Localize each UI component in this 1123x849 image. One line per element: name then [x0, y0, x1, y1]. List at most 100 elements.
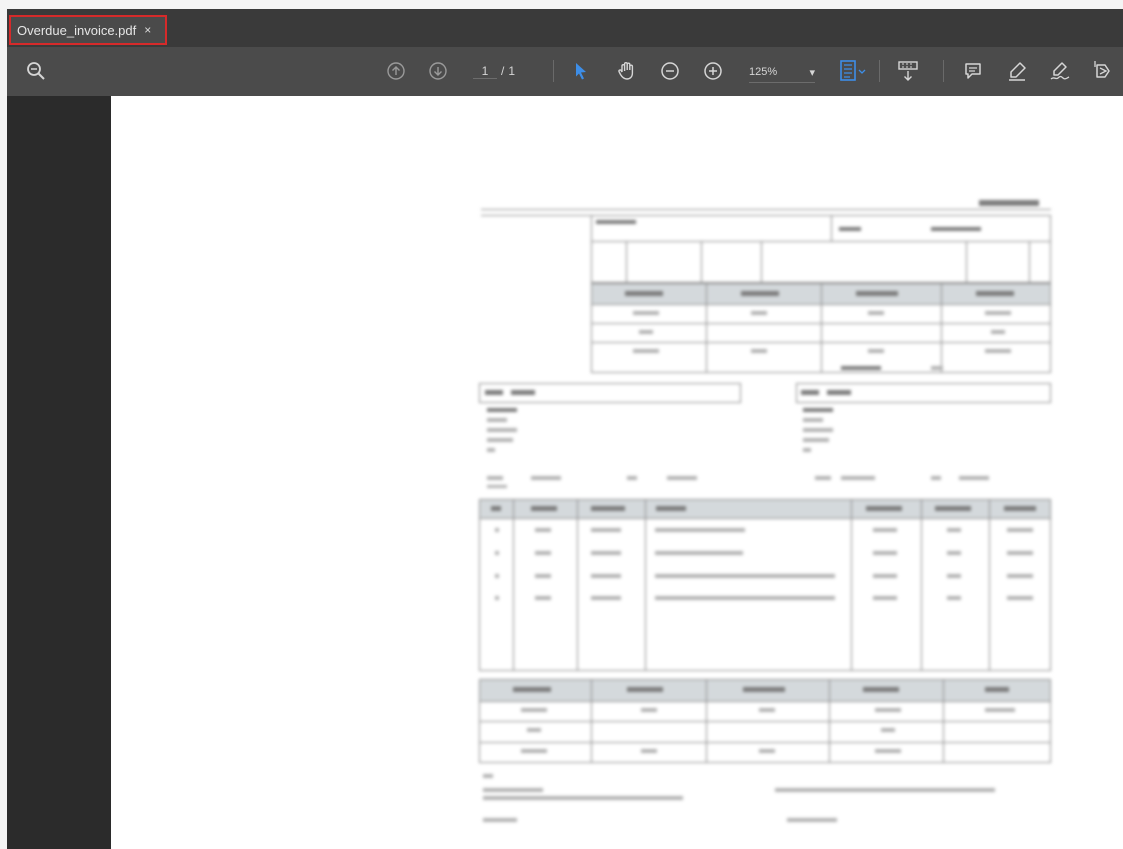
- blurred-text: [1007, 596, 1033, 600]
- blurred-text: [531, 476, 561, 480]
- blurred-text: [655, 528, 745, 532]
- zoom-level-value: 125%: [749, 66, 778, 78]
- blurred-text: [787, 818, 837, 822]
- zoom-in-icon[interactable]: [700, 56, 726, 86]
- blurred-text: [1007, 574, 1033, 578]
- window-frame-top: [0, 0, 1123, 9]
- blurred-text: [866, 506, 902, 511]
- blurred-text: [491, 506, 501, 511]
- blurred-text: [535, 596, 551, 600]
- blurred-text: [521, 749, 547, 753]
- row-line: [479, 721, 1051, 722]
- cell-divider: [761, 241, 762, 283]
- document-tab-title: Overdue_invoice.pdf: [17, 22, 137, 38]
- blurred-text: [827, 390, 851, 395]
- blurred-text: [495, 551, 499, 555]
- blurred-text: [931, 476, 941, 480]
- blurred-text: [985, 349, 1011, 353]
- line-items-table: [479, 499, 1051, 671]
- blurred-text: [991, 330, 1005, 334]
- select-arrow-icon[interactable]: [569, 56, 593, 86]
- row-line: [479, 518, 1051, 519]
- close-tab-icon[interactable]: ×: [144, 23, 151, 37]
- blurred-text: [487, 418, 507, 422]
- toolbar-divider: [943, 60, 944, 82]
- blurred-text: [863, 687, 899, 692]
- cell-divider: [706, 679, 707, 763]
- blurred-text: [655, 574, 835, 578]
- blurred-text: [487, 476, 503, 480]
- blurred-text: [591, 506, 625, 511]
- page-up-icon[interactable]: [383, 56, 409, 86]
- left-navigation-panel: [7, 96, 111, 849]
- blurred-text: [751, 349, 767, 353]
- blurred-text: [591, 596, 621, 600]
- toolbar-divider: [553, 60, 554, 82]
- blurred-text: [495, 574, 499, 578]
- cell-divider: [706, 283, 707, 373]
- blurred-text: [483, 788, 543, 792]
- blurred-text: [947, 551, 961, 555]
- blurred-text: [803, 448, 811, 452]
- blurred-text: [596, 220, 636, 224]
- blurred-text: [591, 574, 621, 578]
- document-tab[interactable]: Overdue_invoice.pdf ×: [9, 15, 167, 45]
- blurred-text: [976, 291, 1014, 296]
- blurred-text: [641, 708, 657, 712]
- cell-divider: [513, 499, 514, 671]
- scroll-mode-icon[interactable]: [893, 56, 923, 86]
- blurred-text: [868, 311, 884, 315]
- chevron-down-icon: ▾: [809, 66, 815, 79]
- blurred-text: [856, 291, 898, 296]
- sign-icon[interactable]: [1047, 56, 1075, 86]
- cell-divider: [645, 499, 646, 671]
- blurred-text: [487, 485, 507, 488]
- cell-divider: [577, 499, 578, 671]
- share-icon[interactable]: [1089, 56, 1117, 86]
- zoom-out-icon[interactable]: [657, 56, 683, 86]
- cell-divider: [943, 679, 944, 763]
- comment-icon[interactable]: [959, 56, 987, 86]
- hand-pan-icon[interactable]: [613, 56, 641, 86]
- blurred-text: [1007, 528, 1033, 532]
- cell-divider: [626, 241, 627, 283]
- zoom-level-dropdown[interactable]: 125% ▾: [749, 62, 815, 83]
- blurred-text: [627, 687, 663, 692]
- cell-divider: [829, 679, 830, 763]
- page-down-icon[interactable]: [425, 56, 451, 86]
- cell-divider: [966, 241, 967, 283]
- blurred-text: [535, 528, 551, 532]
- cell-divider: [831, 215, 832, 241]
- blurred-text: [873, 574, 897, 578]
- blurred-text: [985, 311, 1011, 315]
- blurred-text: [801, 390, 819, 395]
- blurred-text: [875, 708, 901, 712]
- invoice-page-blurred: [111, 96, 1123, 849]
- document-viewport[interactable]: [111, 96, 1123, 849]
- blurred-text: [1004, 506, 1036, 511]
- zoom-search-icon[interactable]: [21, 56, 51, 86]
- blurred-text: [485, 390, 503, 395]
- blurred-text: [803, 438, 829, 442]
- page-separator: /: [501, 64, 505, 78]
- blurred-text: [803, 418, 823, 422]
- blurred-text: [979, 200, 1039, 206]
- blurred-text: [741, 291, 779, 296]
- cell-divider: [591, 679, 592, 763]
- blurred-text: [531, 506, 557, 511]
- blurred-text: [881, 728, 895, 732]
- blurred-text: [483, 818, 517, 822]
- row-line: [479, 701, 1051, 702]
- blurred-text: [511, 390, 535, 395]
- page-indicator: 1 / 1: [473, 60, 553, 82]
- cell-divider: [701, 241, 702, 283]
- highlight-pen-icon[interactable]: [1003, 56, 1031, 86]
- tab-bar: Overdue_invoice.pdf ×: [7, 9, 1123, 47]
- blurred-text: [495, 528, 499, 532]
- blurred-text: [591, 551, 621, 555]
- fit-page-icon[interactable]: [835, 56, 871, 86]
- blurred-text: [751, 311, 767, 315]
- page-number-input[interactable]: 1: [473, 64, 497, 79]
- blurred-text: [495, 596, 499, 600]
- blurred-text: [639, 330, 653, 334]
